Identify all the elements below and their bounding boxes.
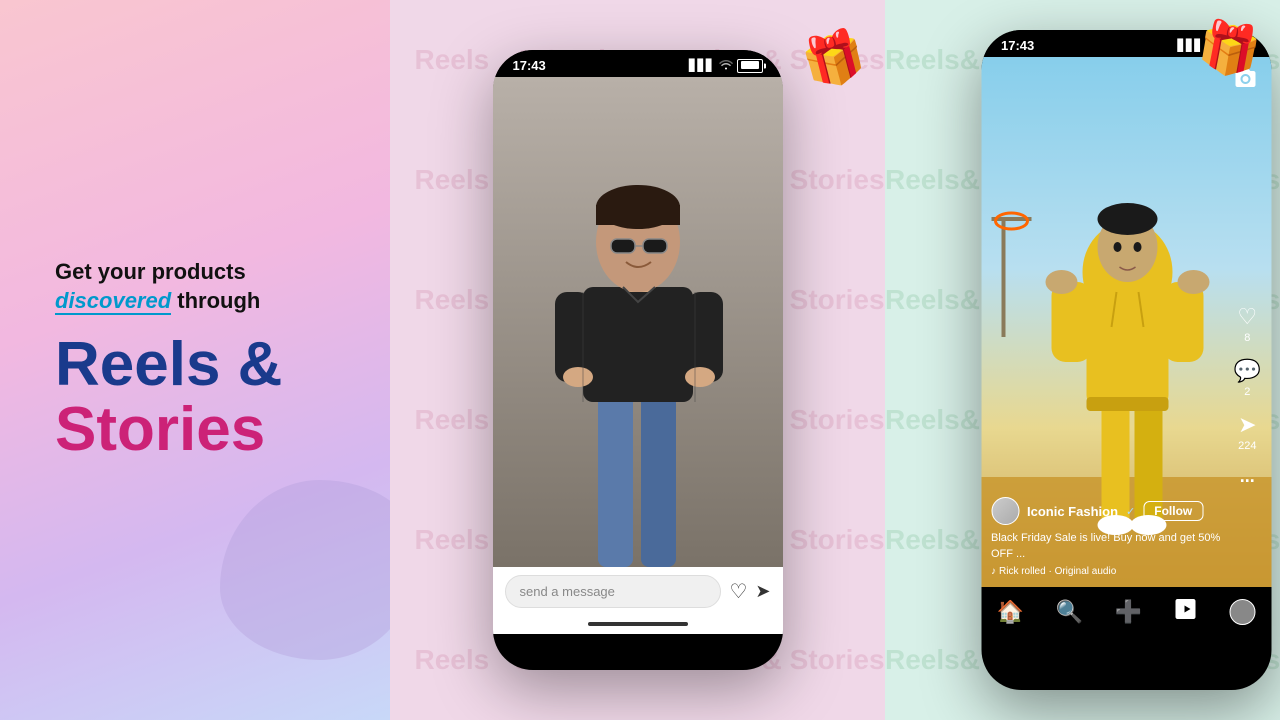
more-icon: ... (1240, 466, 1255, 487)
phone2-reel-content: ♡ 8 💬 2 ➤ 224 ... Iconic (981, 57, 1271, 587)
wifi-icon (719, 58, 733, 73)
music-note-icon: ♪ (991, 566, 996, 577)
phone1-message-bar: send a message ♡ ➤ (493, 567, 783, 616)
add-nav-icon[interactable]: ➕ (1115, 599, 1142, 625)
heart-icon: ♡ (1237, 304, 1257, 330)
phone2-time: 17:43 (1001, 38, 1034, 53)
reels-nav-icon[interactable] (1174, 597, 1198, 627)
gift-decoration-right: 🎁 (1193, 15, 1265, 84)
battery-icon (737, 59, 763, 73)
phone2-nav-bar: 🏠 🔍 ➕ (981, 587, 1271, 639)
phone1-time: 17:43 (513, 58, 546, 73)
phone1-status-icons: ▋▋▋ (689, 58, 762, 73)
tagline-discovered: discovered (55, 288, 171, 315)
share-count: 224 (1238, 440, 1256, 452)
reel-bottom-info: Iconic Fashion ✓ Follow Black Friday Sal… (991, 497, 1221, 577)
home-indicator (493, 616, 783, 634)
like-count: 8 (1244, 332, 1250, 344)
tagline-line2: discovered through (55, 288, 340, 314)
reel-audio: ♪ Rick rolled · Original audio (991, 566, 1221, 577)
right-area: Reels & Stories Reels & Stories Reels & … (885, 0, 1280, 720)
like-action[interactable]: ♡ 8 (1237, 304, 1257, 344)
phone2-mockup: 17:43 ▋▋▋ (981, 30, 1271, 690)
headline-reels: Reels & (55, 332, 340, 397)
home-nav-icon[interactable]: 🏠 (997, 599, 1024, 625)
reel-user-avatar (991, 497, 1019, 525)
signal-icon: ▋▋▋ (689, 59, 714, 72)
comment-action[interactable]: 💬 2 (1234, 358, 1261, 398)
audio-text: Rick rolled · Original audio (999, 566, 1116, 577)
reel-username: Iconic Fashion (1027, 504, 1118, 519)
center-area: Reels & Stories Reels & Stories Reels & … (390, 0, 885, 720)
comment-count: 2 (1244, 386, 1250, 398)
like-icon[interactable]: ♡ (729, 579, 747, 604)
more-action[interactable]: ... (1240, 466, 1255, 487)
verified-badge: ✓ (1126, 505, 1135, 518)
phone1-status-bar: 17:43 ▋▋▋ (493, 50, 783, 77)
headline-stories: Stories (55, 397, 340, 462)
tagline-through: through (171, 288, 260, 313)
comment-icon: 💬 (1234, 358, 1261, 384)
profile-nav-avatar[interactable] (1229, 599, 1255, 625)
reel-user-row: Iconic Fashion ✓ Follow (991, 497, 1221, 525)
tagline-line1: Get your products (55, 258, 340, 287)
follow-button[interactable]: Follow (1143, 501, 1203, 521)
share-action[interactable]: ➤ 224 (1238, 412, 1256, 452)
message-input-display[interactable]: send a message (505, 575, 722, 608)
phone1-mockup: 17:43 ▋▋▋ (493, 50, 783, 670)
gift-decoration-left: 🎁 (796, 23, 871, 96)
left-panel: Get your products discovered through Ree… (0, 0, 390, 720)
reel-caption: Black Friday Sale is live! Buy now and g… (991, 531, 1221, 562)
reel-action-buttons: ♡ 8 💬 2 ➤ 224 ... (1234, 304, 1261, 487)
phone1-photo-content (493, 77, 783, 567)
share-icon: ➤ (1238, 412, 1256, 438)
search-nav-icon[interactable]: 🔍 (1056, 599, 1083, 625)
share-icon[interactable]: ➤ (755, 581, 770, 602)
